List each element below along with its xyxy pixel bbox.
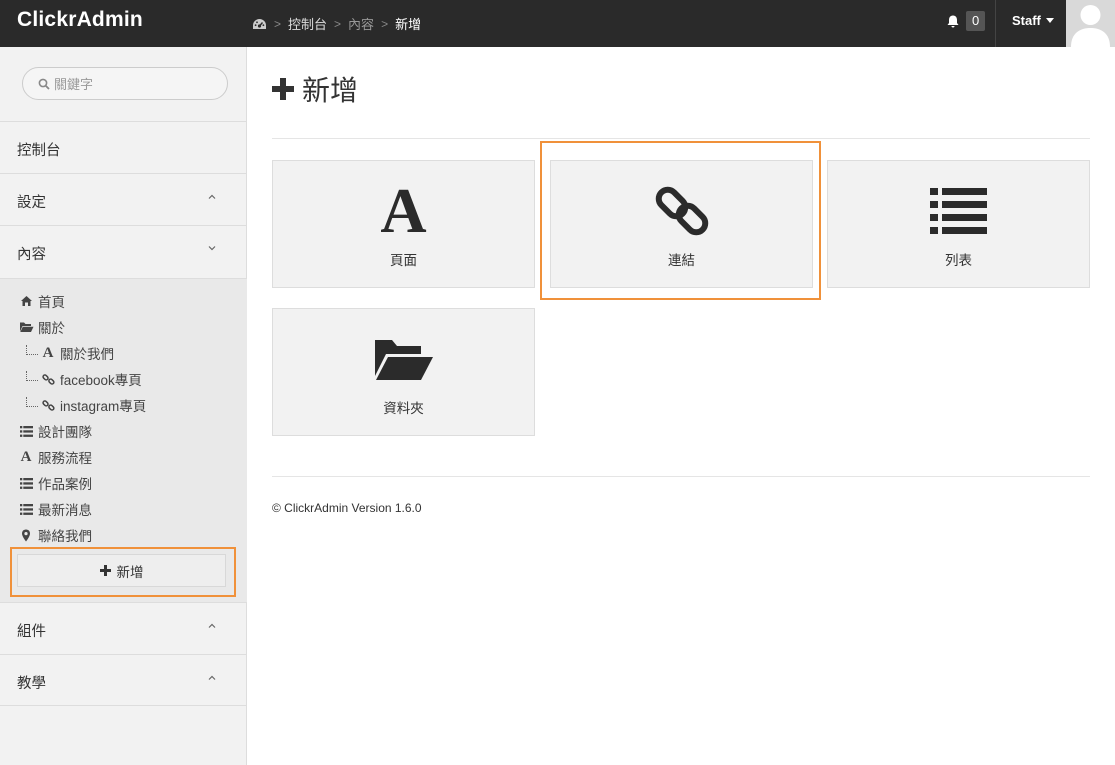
card-link[interactable]: 連結: [550, 160, 813, 288]
font-icon: A: [380, 175, 427, 246]
card-label: 連結: [668, 253, 695, 268]
brand-logo[interactable]: ClickrAdmin: [17, 8, 143, 32]
caret-down-icon: [1045, 18, 1054, 23]
folder-open-icon: [273, 331, 534, 387]
link-icon: [551, 183, 812, 239]
chevron-up-icon: [208, 623, 216, 628]
tree-item-about-us[interactable]: A 關於我們: [26, 343, 114, 363]
breadcrumb: > 控制台 > 內容 > 新增: [252, 14, 421, 33]
tree-item-facebook[interactable]: facebook專頁: [26, 369, 142, 389]
divider: [272, 138, 1090, 139]
tree-item-label: 首頁: [38, 295, 65, 310]
tree-item-label: facebook專頁: [60, 373, 142, 388]
top-navbar: ClickrAdmin > 控制台 > 內容 > 新增 0 Staff: [0, 0, 1115, 47]
footer-version: © ClickrAdmin Version 1.6.0: [272, 501, 422, 515]
add-new-label: 新增: [116, 564, 144, 580]
sidebar-item-label: 控制台: [17, 143, 61, 159]
sidebar: 控制台 設定 內容 首頁 關於 A 關於我們: [0, 47, 247, 765]
sidebar-item-label: 組件: [17, 624, 46, 640]
dashboard-icon[interactable]: [252, 18, 267, 30]
tree-item-portfolio[interactable]: 作品案例: [18, 473, 92, 493]
list-icon: [18, 501, 34, 517]
navbar-divider: [995, 0, 996, 47]
page-title-text: 新增: [302, 75, 359, 106]
sidebar-item-components[interactable]: 組件: [0, 602, 247, 654]
tree-item-label: 最新消息: [38, 503, 92, 518]
breadcrumb-separator: >: [381, 16, 389, 31]
tree-item-label: 關於: [38, 321, 65, 336]
list-icon: [828, 183, 1089, 239]
breadcrumb-content[interactable]: 內容: [348, 14, 374, 33]
tree-item-instagram[interactable]: instagram專頁: [26, 395, 146, 415]
tree-item-label: instagram專頁: [60, 399, 147, 414]
card-list[interactable]: 列表: [827, 160, 1090, 288]
font-icon: A: [42, 344, 54, 361]
list-icon: [18, 475, 34, 491]
breadcrumb-separator: >: [274, 16, 282, 31]
chevron-up-icon: [208, 194, 216, 199]
sidebar-item-label: 設定: [17, 195, 46, 211]
tree-item-design-team[interactable]: 設計團隊: [18, 421, 92, 441]
tree-item-contact[interactable]: 聯絡我們: [18, 525, 92, 545]
sidebar-item-label: 內容: [17, 247, 46, 263]
tree-item-label: 聯絡我們: [38, 529, 92, 544]
link-icon: [40, 397, 56, 413]
card-label: 列表: [945, 253, 972, 268]
card-page[interactable]: A 頁面: [272, 160, 535, 288]
search-icon: [38, 78, 50, 90]
folder-open-icon: [18, 319, 34, 335]
tree-item-about[interactable]: 關於: [18, 317, 65, 337]
avatar[interactable]: [1066, 0, 1115, 47]
notifications-button[interactable]: 0: [946, 11, 986, 31]
tree-item-label: 設計團隊: [38, 425, 92, 440]
add-new-button[interactable]: 新增: [17, 554, 226, 587]
card-folder[interactable]: 資料夾: [272, 308, 535, 436]
chevron-up-icon: [208, 675, 216, 680]
chevron-down-icon: [208, 246, 216, 251]
search-input[interactable]: [54, 75, 214, 93]
tree-connector: [26, 371, 38, 381]
sidebar-item-tutorials[interactable]: 教學: [0, 654, 247, 706]
breadcrumb-separator: >: [334, 16, 342, 31]
map-marker-icon: [18, 527, 34, 543]
link-icon: [40, 371, 56, 387]
tree-item-home[interactable]: 首頁: [18, 291, 65, 311]
list-icon: [18, 423, 34, 439]
user-menu-dropdown[interactable]: Staff: [1012, 13, 1054, 28]
notification-count-badge: 0: [966, 11, 986, 31]
search-box: [22, 67, 228, 100]
breadcrumb-current: 新增: [395, 17, 422, 32]
sidebar-item-content[interactable]: 內容: [0, 225, 247, 277]
user-name: Staff: [1012, 13, 1041, 28]
divider: [272, 476, 1090, 477]
tree-item-news[interactable]: 最新消息: [18, 499, 92, 519]
tree-item-label: 作品案例: [38, 477, 92, 492]
tree-connector: [26, 345, 38, 355]
tree-item-label: 關於我們: [60, 347, 114, 362]
sidebar-item-dashboard[interactable]: 控制台: [0, 121, 247, 173]
home-icon: [18, 293, 34, 309]
card-label: 頁面: [390, 253, 417, 268]
tree-item-label: 服務流程: [38, 451, 92, 466]
tree-item-service-process[interactable]: A 服務流程: [18, 447, 92, 467]
sidebar-item-settings[interactable]: 設定: [0, 173, 247, 225]
bell-icon: [946, 14, 960, 29]
plus-icon: [272, 78, 294, 100]
plus-icon: [99, 565, 111, 576]
page-title: 新增: [272, 69, 358, 109]
tree-connector: [26, 397, 38, 407]
breadcrumb-dashboard[interactable]: 控制台: [288, 14, 327, 33]
sidebar-item-label: 教學: [17, 676, 46, 692]
card-label: 資料夾: [383, 401, 424, 416]
font-icon: A: [20, 448, 32, 465]
main-content: 新增 A 頁面 連結 列表 資料夾 © ClickrAdmin Version …: [248, 47, 1115, 765]
